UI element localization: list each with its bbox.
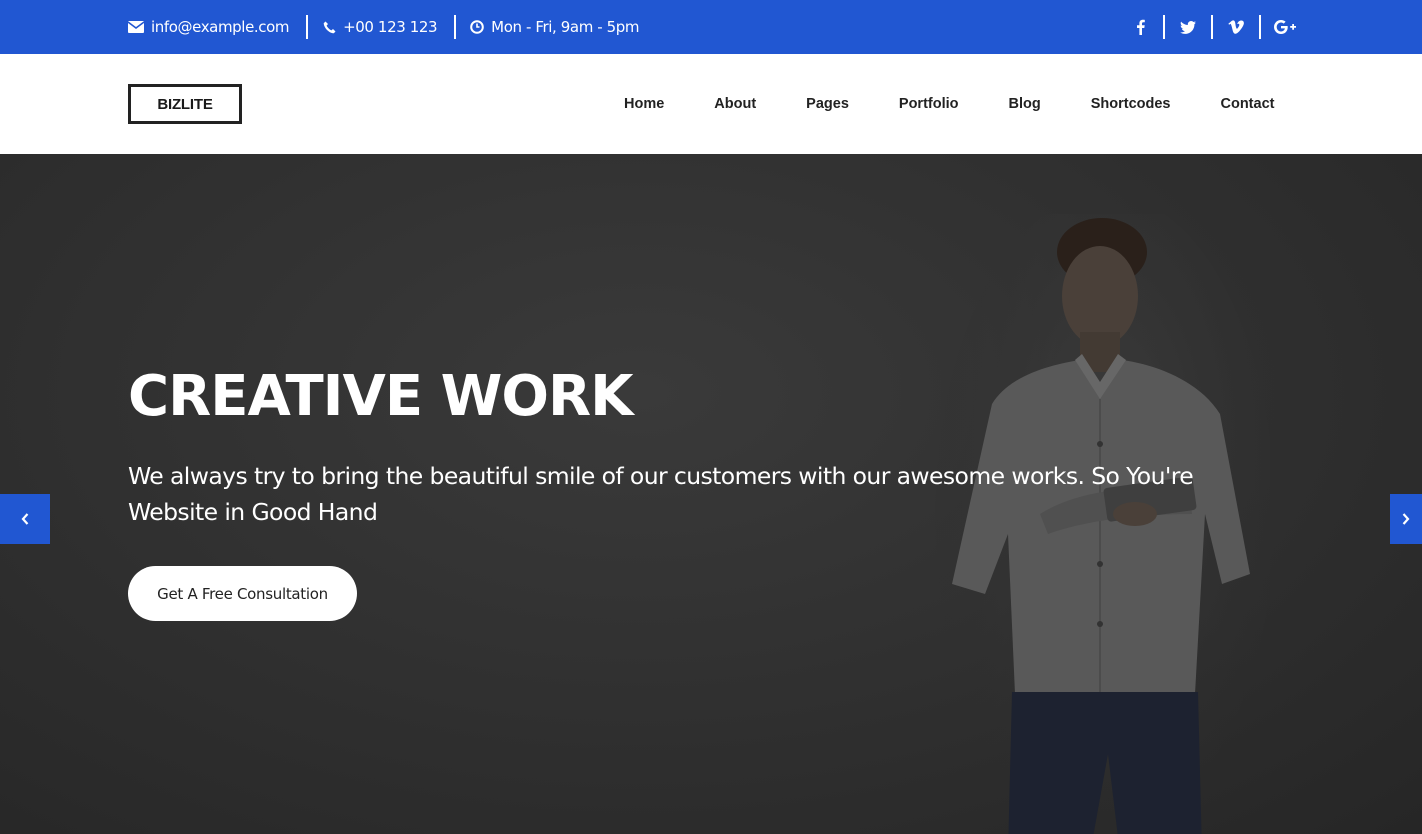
nav-blog[interactable]: Blog bbox=[1009, 96, 1041, 112]
divider bbox=[454, 15, 457, 39]
nav-contact[interactable]: Contact bbox=[1221, 96, 1275, 112]
nav-home[interactable]: Home bbox=[624, 96, 664, 112]
hero-slider: CREATIVE WORK We always try to bring the… bbox=[0, 154, 1422, 834]
vimeo-icon[interactable] bbox=[1224, 15, 1248, 39]
google-plus-icon[interactable] bbox=[1272, 15, 1298, 39]
chevron-left-icon bbox=[20, 512, 30, 526]
free-consultation-button[interactable]: Get A Free Consultation bbox=[128, 566, 357, 621]
nav-shortcodes[interactable]: Shortcodes bbox=[1091, 96, 1171, 112]
email-item[interactable]: info@example.com bbox=[128, 18, 290, 36]
divider bbox=[1259, 15, 1261, 39]
nav-pages[interactable]: Pages bbox=[806, 96, 849, 112]
hours-text: Mon - Fri, 9am - 5pm bbox=[491, 18, 640, 36]
top-bar: info@example.com +00 123 123 Mon - Fri, … bbox=[0, 0, 1422, 54]
site-header: BIZLITE Home About Pages Portfolio Blog … bbox=[0, 54, 1422, 154]
hero-subtitle: We always try to bring the beautiful smi… bbox=[128, 462, 1194, 526]
phone-icon bbox=[323, 21, 336, 34]
contact-info: info@example.com +00 123 123 Mon - Fri, … bbox=[128, 0, 640, 54]
email-text: info@example.com bbox=[151, 18, 290, 36]
nav-about[interactable]: About bbox=[714, 96, 756, 112]
envelope-icon bbox=[128, 21, 144, 33]
nav-portfolio[interactable]: Portfolio bbox=[899, 96, 959, 112]
phone-item[interactable]: +00 123 123 bbox=[323, 18, 438, 36]
phone-text: +00 123 123 bbox=[343, 18, 438, 36]
divider bbox=[1211, 15, 1213, 39]
next-slide-button[interactable] bbox=[1390, 494, 1422, 544]
divider bbox=[1163, 15, 1165, 39]
divider bbox=[306, 15, 309, 39]
hours-item: Mon - Fri, 9am - 5pm bbox=[470, 18, 640, 36]
logo[interactable]: BIZLITE bbox=[128, 84, 242, 124]
clock-icon bbox=[470, 20, 484, 34]
twitter-icon[interactable] bbox=[1176, 15, 1200, 39]
facebook-icon[interactable] bbox=[1128, 15, 1152, 39]
social-links bbox=[1128, 0, 1298, 54]
chevron-right-icon bbox=[1401, 512, 1411, 526]
prev-slide-button[interactable] bbox=[0, 494, 50, 544]
main-nav: Home About Pages Portfolio Blog Shortcod… bbox=[624, 54, 1274, 154]
hero-title: CREATIVE WORK bbox=[128, 364, 633, 429]
